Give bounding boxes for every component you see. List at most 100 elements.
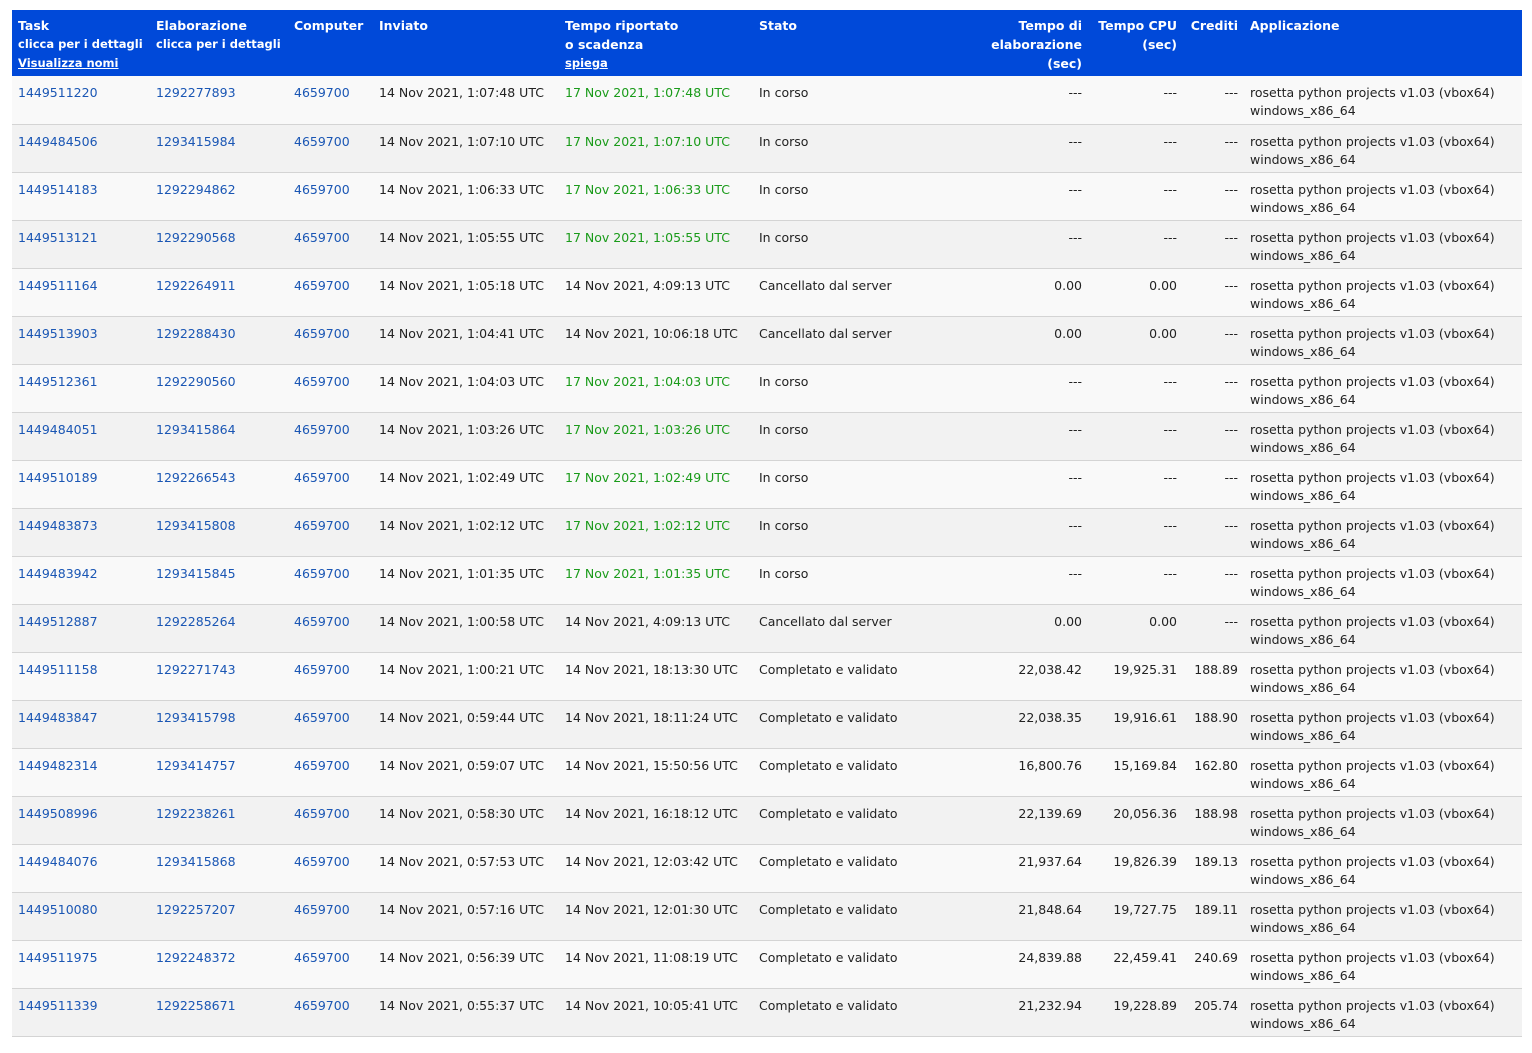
run-time-cell: 22,038.35: [1018, 709, 1082, 725]
workunit-cell: 1292258671: [150, 988, 288, 1036]
workunit-link[interactable]: 1293415864: [156, 422, 236, 437]
workunit-link[interactable]: 1293415868: [156, 854, 236, 869]
task-link[interactable]: 1449511339: [18, 998, 98, 1013]
computer-link[interactable]: 4659700: [294, 85, 350, 100]
task-link[interactable]: 1449484076: [18, 854, 98, 869]
workunit-link[interactable]: 1292290560: [156, 374, 236, 389]
workunit-link[interactable]: 1292290568: [156, 230, 236, 245]
computer-link[interactable]: 4659700: [294, 566, 350, 581]
application-platform: windows_x86_64: [1250, 919, 1356, 935]
workunit-link[interactable]: 1292264911: [156, 278, 236, 293]
workunit-link[interactable]: 1292285264: [156, 614, 236, 629]
credit-cell: 188.98: [1194, 805, 1238, 821]
application-cell: rosetta python projects v1.03 (vbox64) wi…: [1244, 892, 1522, 940]
workunit-link[interactable]: 1292288430: [156, 326, 236, 341]
task-link[interactable]: 1449511975: [18, 950, 98, 965]
status-cell: In corso: [759, 133, 809, 149]
computer-link[interactable]: 4659700: [294, 518, 350, 533]
workunit-link[interactable]: 1293415798: [156, 710, 236, 725]
task-link[interactable]: 1449510080: [18, 902, 98, 917]
computer-cell: 4659700: [288, 652, 373, 700]
task-link[interactable]: 1449511220: [18, 85, 98, 100]
table-row: 1449514183 1292294862 4659700 14 Nov 2021, …: [12, 172, 1522, 220]
application-name: rosetta python projects v1.03 (vbox64): [1250, 709, 1495, 725]
task-link[interactable]: 1449483942: [18, 566, 98, 581]
computer-link[interactable]: 4659700: [294, 854, 350, 869]
task-cell: 1449513903: [12, 316, 150, 364]
computer-link[interactable]: 4659700: [294, 806, 350, 821]
computer-link[interactable]: 4659700: [294, 326, 350, 341]
table-row: 1449511339 1292258671 4659700 14 Nov 2021, …: [12, 988, 1522, 1036]
credit-cell: ---: [1224, 133, 1238, 149]
table-row: 1449483942 1293415845 4659700 14 Nov 2021, …: [12, 556, 1522, 604]
explain-link[interactable]: spiega: [565, 54, 747, 73]
task-link[interactable]: 1449512361: [18, 374, 98, 389]
run-time-cell: ---: [1068, 469, 1082, 485]
task-cell: 1449512361: [12, 364, 150, 412]
reported-cell: 14 Nov 2021, 11:08:19 UTC: [565, 949, 738, 965]
task-cell: 1449483873: [12, 508, 150, 556]
workunit-link[interactable]: 1292266543: [156, 470, 236, 485]
task-link[interactable]: 1449483873: [18, 518, 98, 533]
workunit-link[interactable]: 1292238261: [156, 806, 236, 821]
run-time-cell: ---: [1068, 373, 1082, 389]
workunit-link[interactable]: 1293415984: [156, 134, 236, 149]
task-link[interactable]: 1449484506: [18, 134, 98, 149]
computer-link[interactable]: 4659700: [294, 422, 350, 437]
computer-link[interactable]: 4659700: [294, 278, 350, 293]
computer-link[interactable]: 4659700: [294, 950, 350, 965]
credit-cell: ---: [1224, 181, 1238, 197]
task-link[interactable]: 1449512887: [18, 614, 98, 629]
table-row: 1449482314 1293414757 4659700 14 Nov 2021, …: [12, 748, 1522, 796]
task-link[interactable]: 1449483847: [18, 710, 98, 725]
cpu-time-cell: ---: [1163, 469, 1177, 485]
reported-cell: 14 Nov 2021, 15:50:56 UTC: [565, 757, 738, 773]
task-link[interactable]: 1449513121: [18, 230, 98, 245]
cpu-time-cell: 19,727.75: [1113, 901, 1177, 917]
workunit-link[interactable]: 1292294862: [156, 182, 236, 197]
header-run-time-label: Tempo di elaborazione: [991, 18, 1082, 52]
workunit-cell: 1292294862: [150, 172, 288, 220]
computer-link[interactable]: 4659700: [294, 758, 350, 773]
table-row: 1449511975 1292248372 4659700 14 Nov 2021, …: [12, 940, 1522, 988]
task-link[interactable]: 1449482314: [18, 758, 98, 773]
computer-link[interactable]: 4659700: [294, 182, 350, 197]
computer-link[interactable]: 4659700: [294, 470, 350, 485]
computer-link[interactable]: 4659700: [294, 662, 350, 677]
task-link[interactable]: 1449511158: [18, 662, 98, 677]
computer-link[interactable]: 4659700: [294, 710, 350, 725]
workunit-link[interactable]: 1293415808: [156, 518, 236, 533]
workunit-link[interactable]: 1292248372: [156, 950, 236, 965]
application-name: rosetta python projects v1.03 (vbox64): [1250, 277, 1495, 293]
show-names-link[interactable]: Visualizza nomi: [18, 54, 144, 73]
computer-link[interactable]: 4659700: [294, 374, 350, 389]
workunit-cell: 1293415868: [150, 844, 288, 892]
task-link[interactable]: 1449484051: [18, 422, 98, 437]
task-cell: 1449511158: [12, 652, 150, 700]
computer-link[interactable]: 4659700: [294, 230, 350, 245]
task-link[interactable]: 1449510189: [18, 470, 98, 485]
sent-cell: 14 Nov 2021, 0:59:44 UTC: [379, 709, 544, 725]
workunit-link[interactable]: 1292277893: [156, 85, 236, 100]
computer-link[interactable]: 4659700: [294, 614, 350, 629]
workunit-link[interactable]: 1292271743: [156, 662, 236, 677]
workunit-link[interactable]: 1293415845: [156, 566, 236, 581]
cpu-time-cell: ---: [1163, 565, 1177, 581]
table-row: 1449512887 1292285264 4659700 14 Nov 2021, …: [12, 604, 1522, 652]
task-link[interactable]: 1449514183: [18, 182, 98, 197]
task-link[interactable]: 1449508996: [18, 806, 98, 821]
task-link[interactable]: 1449513903: [18, 326, 98, 341]
cpu-time-cell: ---: [1163, 85, 1177, 100]
workunit-link[interactable]: 1292258671: [156, 998, 236, 1013]
workunit-link[interactable]: 1292257207: [156, 902, 236, 917]
status-cell: Completato e validato: [759, 709, 898, 725]
computer-link[interactable]: 4659700: [294, 998, 350, 1013]
computer-link[interactable]: 4659700: [294, 134, 350, 149]
workunit-link[interactable]: 1293414757: [156, 758, 236, 773]
cpu-time-cell: 0.00: [1149, 325, 1177, 341]
sent-cell: 14 Nov 2021, 1:07:48 UTC: [379, 85, 544, 100]
task-link[interactable]: 1449511164: [18, 278, 98, 293]
application-platform: windows_x86_64: [1250, 1015, 1356, 1031]
computer-link[interactable]: 4659700: [294, 902, 350, 917]
application-platform: windows_x86_64: [1250, 247, 1356, 263]
